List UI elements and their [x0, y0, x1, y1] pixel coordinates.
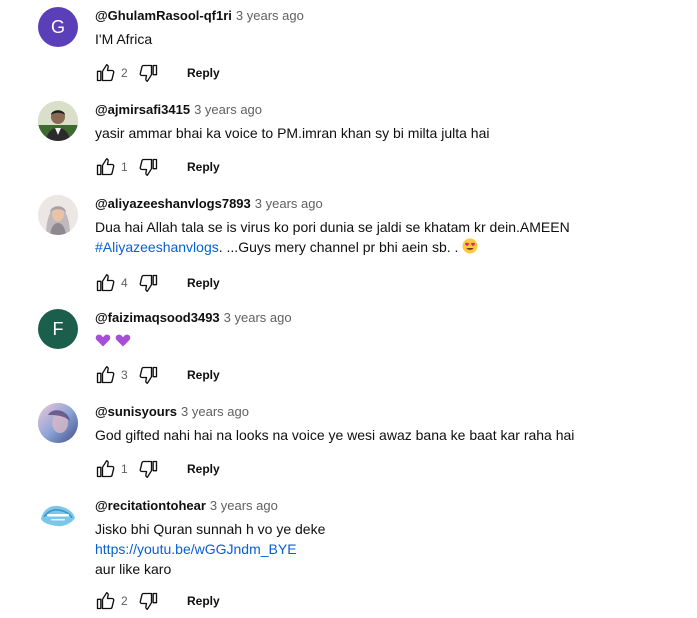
comment-header: @sunisyours 3 years ago — [95, 403, 675, 421]
reply-button[interactable]: Reply — [187, 462, 220, 476]
comment-text-line: #Aliyazeeshanvlogs. ...Guys mery channel… — [95, 237, 675, 259]
avatar[interactable] — [38, 101, 78, 141]
reply-button[interactable]: Reply — [187, 368, 220, 382]
thumbs-down-icon[interactable] — [139, 365, 159, 385]
comment-text: I'M Africa — [95, 31, 153, 47]
video-link[interactable]: https://youtu.be/wGGJndm_BYE — [95, 539, 675, 559]
heart-eyes-emoji-icon — [462, 238, 478, 259]
thumbs-up-icon[interactable] — [95, 591, 115, 611]
comment-actions: 1 Reply — [95, 151, 675, 183]
avatar[interactable]: F — [38, 309, 78, 349]
comment-time[interactable]: 3 years ago — [255, 196, 323, 211]
thumbs-down-icon[interactable] — [139, 63, 159, 83]
comment-time[interactable]: 3 years ago — [236, 8, 304, 23]
like-count: 4 — [121, 276, 128, 290]
thumbs-down-icon[interactable] — [139, 459, 159, 479]
comment-time[interactable]: 3 years ago — [181, 404, 249, 419]
comment-author[interactable]: @ajmirsafi3415 — [95, 102, 190, 117]
thumbs-down-icon[interactable] — [139, 157, 159, 177]
comment-actions: 3 Reply — [95, 359, 675, 391]
comment-author[interactable]: @sunisyours — [95, 404, 177, 419]
avatar[interactable] — [38, 195, 78, 235]
comment-time[interactable]: 3 years ago — [224, 310, 292, 325]
avatar[interactable] — [38, 403, 78, 443]
comment-author[interactable]: @recitationtohear — [95, 498, 206, 513]
thumbs-down-icon[interactable] — [139, 591, 159, 611]
reply-button[interactable]: Reply — [187, 160, 220, 174]
thumbs-up-icon[interactable] — [95, 365, 115, 385]
like-count: 1 — [121, 160, 128, 174]
thumbs-up-icon[interactable] — [95, 273, 115, 293]
thumbs-down-icon[interactable] — [139, 273, 159, 293]
comment-header: @ajmirsafi3415 3 years ago — [95, 101, 675, 119]
comment-author[interactable]: @GhulamRasool-qf1ri — [95, 8, 232, 23]
reply-button[interactable]: Reply — [187, 66, 220, 80]
comment-text-fragment: . ...Guys mery channel pr bhi aein sb. . — [218, 239, 459, 255]
comment-author[interactable]: @faizimaqsood3493 — [95, 310, 220, 325]
comment-text-line: Dua hai Allah tala se is virus ko pori d… — [95, 219, 570, 235]
comment-header: @recitationtohear 3 years ago — [95, 497, 675, 515]
avatar[interactable] — [38, 497, 78, 537]
comment-text: Dua hai Allah tala se is virus ko pori d… — [95, 217, 675, 259]
comment-header: @aliyazeeshanvlogs7893 3 years ago — [95, 195, 675, 213]
like-count: 3 — [121, 368, 128, 382]
thumbs-up-icon[interactable] — [95, 459, 115, 479]
reply-button[interactable]: Reply — [187, 276, 220, 290]
like-count: 2 — [121, 66, 128, 80]
purple-heart-icon — [95, 332, 111, 353]
avatar-letter: F — [52, 318, 64, 339]
reply-button[interactable]: Reply — [187, 594, 220, 608]
comment-author[interactable]: @aliyazeeshanvlogs7893 — [95, 196, 251, 211]
channel-logo-icon — [38, 497, 78, 537]
like-count: 1 — [121, 462, 128, 476]
comment-time[interactable]: 3 years ago — [210, 498, 278, 513]
comment-text: God gifted nahi hai na looks na voice ye… — [95, 427, 575, 443]
profile-photo-icon — [38, 403, 78, 443]
comment-time[interactable]: 3 years ago — [194, 102, 262, 117]
comment-text — [95, 331, 675, 351]
avatar-letter: G — [50, 16, 65, 37]
like-count: 2 — [121, 594, 128, 608]
comment-text-line: aur like karo — [95, 561, 172, 577]
comment-actions: 1 Reply — [95, 453, 675, 485]
profile-photo-icon — [38, 195, 78, 235]
comment-actions: 4 Reply — [95, 267, 675, 299]
profile-photo-icon — [38, 101, 78, 141]
thumbs-up-icon[interactable] — [95, 157, 115, 177]
comment-text: yasir ammar bhai ka voice to PM.imran kh… — [95, 125, 490, 141]
thumbs-up-icon[interactable] — [95, 63, 115, 83]
comment-header: @faizimaqsood3493 3 years ago — [95, 309, 675, 327]
comment-actions: 2 Reply — [95, 57, 675, 89]
comment-text-line: Jisko bhi Quran sunnah h vo ye deke — [95, 521, 326, 537]
avatar[interactable]: G — [38, 7, 78, 47]
hashtag-link[interactable]: #Aliyazeeshanvlogs — [95, 239, 219, 255]
purple-heart-icon — [115, 332, 131, 353]
comment-header: @GhulamRasool-qf1ri 3 years ago — [95, 7, 675, 25]
comment-text: Jisko bhi Quran sunnah h vo ye deke http… — [95, 519, 675, 579]
comment-actions: 2 Reply — [95, 585, 675, 617]
